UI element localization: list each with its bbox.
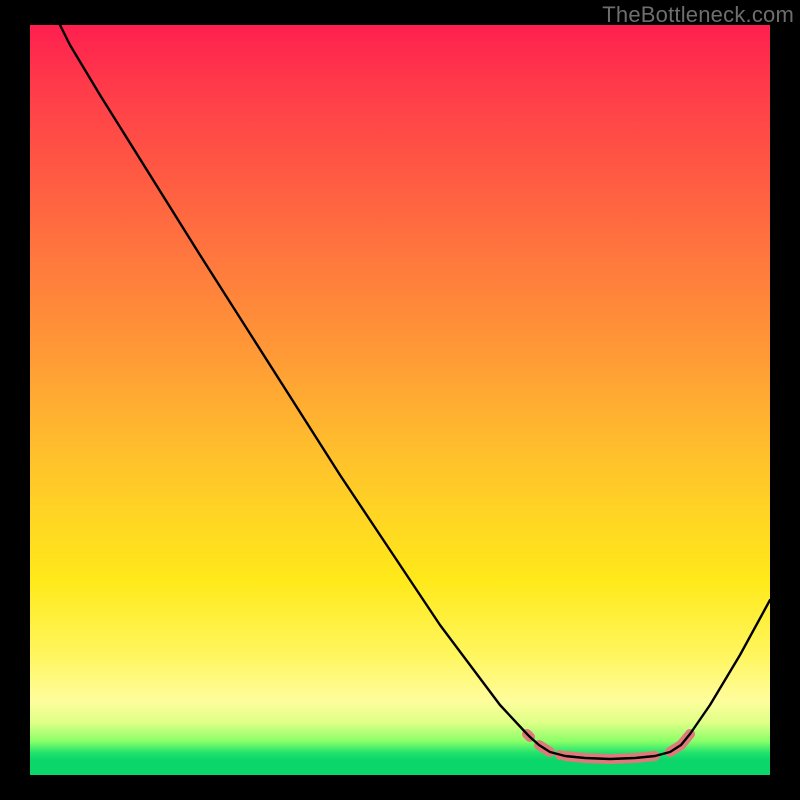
plot-area bbox=[30, 25, 770, 775]
curve-svg bbox=[30, 25, 770, 775]
bottleneck-curve bbox=[60, 25, 770, 759]
marker-group bbox=[527, 734, 690, 760]
watermark-label: TheBottleneck.com bbox=[602, 2, 794, 28]
chart-container: TheBottleneck.com bbox=[0, 0, 800, 800]
